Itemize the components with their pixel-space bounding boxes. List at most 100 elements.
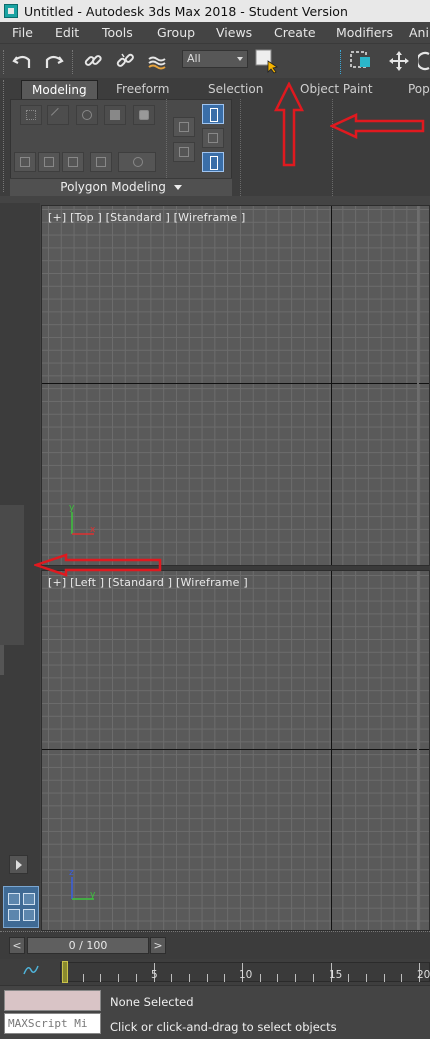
current-time-marker[interactable] bbox=[62, 961, 68, 983]
tab-freeform[interactable]: Freeform bbox=[116, 80, 169, 99]
scene-explorer-panel[interactable] bbox=[0, 505, 24, 645]
ruler-tick bbox=[206, 974, 208, 982]
toggle-icon bbox=[179, 147, 189, 157]
ruler-tick bbox=[259, 974, 261, 982]
grid-axis-vertical bbox=[331, 571, 332, 930]
layout-quad-icon bbox=[8, 909, 20, 921]
axis-tripod-icon: y x bbox=[69, 504, 96, 535]
ruler-tick bbox=[118, 974, 120, 982]
stack-icon bbox=[96, 157, 106, 167]
border-icon bbox=[82, 110, 92, 120]
ribbon-grip bbox=[3, 80, 7, 192]
menu-views[interactable]: Views bbox=[216, 25, 252, 40]
vertex-icon bbox=[26, 110, 36, 120]
annotation-arrow-up-icon bbox=[274, 82, 304, 167]
pin-stack-button[interactable] bbox=[202, 104, 224, 124]
time-slider-prev-button[interactable]: < bbox=[9, 937, 25, 954]
panel-title-dropdown[interactable]: Polygon Modeling bbox=[10, 178, 232, 196]
layout-quad-icon bbox=[23, 893, 35, 905]
redo-icon[interactable] bbox=[43, 50, 65, 72]
axis-x-label: x bbox=[90, 525, 96, 535]
arrow-right-icon bbox=[68, 157, 78, 167]
grid-axis-vertical bbox=[331, 206, 332, 565]
move-icon[interactable] bbox=[388, 50, 410, 72]
tab-modeling[interactable]: Modeling bbox=[21, 80, 98, 99]
edit-poly-mode-button[interactable] bbox=[202, 128, 224, 148]
menu-create[interactable]: Create bbox=[274, 25, 316, 40]
link-icon[interactable] bbox=[82, 50, 104, 72]
toolbar-separator bbox=[340, 50, 343, 74]
ruler-tick bbox=[312, 974, 314, 982]
viewport-left[interactable]: [+] [Left ] [Standard ] [Wireframe ] z y bbox=[41, 570, 430, 931]
vertex-mode-button[interactable] bbox=[20, 105, 42, 125]
show-end-result-button[interactable] bbox=[118, 152, 156, 172]
ruler-tick bbox=[401, 974, 403, 982]
show-cage-button[interactable] bbox=[202, 152, 224, 172]
grid-axis-horizontal bbox=[42, 749, 429, 750]
scene-explorer-edge bbox=[0, 645, 4, 675]
previous-modifier-button[interactable] bbox=[38, 152, 60, 172]
menu-tools[interactable]: Tools bbox=[102, 25, 133, 40]
modifier-toggle-button[interactable] bbox=[173, 142, 195, 162]
polygon-mode-button[interactable] bbox=[104, 105, 126, 125]
layout-quad-icon bbox=[23, 909, 35, 921]
selection-status: None Selected bbox=[110, 995, 194, 1009]
undo-icon[interactable] bbox=[11, 50, 33, 72]
menu-animation[interactable]: Anim bbox=[409, 25, 430, 40]
menu-bar: File Edit Tools Group Views Create Modif… bbox=[0, 22, 430, 44]
ruler-tick bbox=[100, 974, 102, 982]
tick-label: 5 bbox=[151, 969, 158, 981]
menu-edit[interactable]: Edit bbox=[55, 25, 79, 40]
edge-mode-button[interactable] bbox=[47, 105, 69, 125]
panel-title: Polygon Modeling bbox=[60, 180, 166, 194]
polygon-icon bbox=[110, 110, 120, 120]
grid-axis-horizontal bbox=[42, 383, 429, 384]
tick-label: 15 bbox=[329, 969, 343, 981]
modify-icon bbox=[20, 157, 30, 167]
time-slider-next-button[interactable]: > bbox=[150, 937, 166, 954]
tab-selection[interactable]: Selection bbox=[208, 80, 263, 99]
maxscript-output[interactable] bbox=[4, 990, 101, 1011]
bind-space-warp-icon[interactable] bbox=[146, 50, 168, 72]
ruler-tick bbox=[171, 974, 173, 982]
select-object-icon[interactable] bbox=[254, 48, 278, 74]
grid-major-line bbox=[417, 571, 419, 930]
toolbar-grip bbox=[3, 50, 6, 74]
ruler-tick bbox=[82, 974, 84, 982]
viewport-label[interactable]: [+] [Left ] [Standard ] [Wireframe ] bbox=[48, 576, 248, 589]
viewport-label[interactable]: [+] [Top ] [Standard ] [Wireframe ] bbox=[48, 211, 246, 224]
rotate-icon[interactable] bbox=[418, 50, 430, 72]
window-title: Untitled - Autodesk 3ds Max 2018 - Stude… bbox=[24, 3, 348, 19]
viewport-layout-button[interactable] bbox=[3, 886, 39, 928]
edge-icon bbox=[50, 107, 66, 123]
use-soft-selection-button[interactable] bbox=[173, 117, 195, 137]
ruler-tick bbox=[383, 974, 385, 982]
selection-filter-dropdown[interactable]: All bbox=[182, 50, 248, 68]
border-mode-button[interactable] bbox=[76, 105, 98, 125]
ruler-tick bbox=[135, 974, 137, 982]
annotation-arrow-left-icon bbox=[34, 553, 162, 577]
axis-y-label: y bbox=[69, 504, 75, 513]
selection-filter-value: All bbox=[187, 52, 201, 65]
prompt-line: Click or click-and-drag to select object… bbox=[110, 1020, 337, 1034]
tab-object-paint[interactable]: Object Paint bbox=[300, 80, 373, 99]
maxscript-input[interactable]: MAXScript Mi bbox=[4, 1013, 101, 1034]
collapse-stack-button[interactable] bbox=[90, 152, 112, 172]
unlink-icon[interactable] bbox=[114, 50, 136, 72]
menu-modifiers[interactable]: Modifiers bbox=[336, 25, 393, 40]
menu-group[interactable]: Group bbox=[157, 25, 195, 40]
axis-z-label: z bbox=[69, 869, 74, 878]
time-slider[interactable]: 0 / 100 bbox=[27, 937, 149, 954]
ruler-tick bbox=[277, 974, 279, 982]
layout-quad-icon bbox=[8, 893, 20, 905]
viewport-top[interactable]: [+] [Top ] [Standard ] [Wireframe ] y x bbox=[41, 205, 430, 566]
tab-populate[interactable]: Pop bbox=[408, 80, 430, 99]
element-mode-button[interactable] bbox=[133, 105, 155, 125]
menu-file[interactable]: File bbox=[12, 25, 33, 40]
chevron-down-icon bbox=[237, 57, 243, 61]
next-modifier-button[interactable] bbox=[62, 152, 84, 172]
modify-mode-button[interactable] bbox=[14, 152, 36, 172]
expand-button[interactable] bbox=[9, 855, 28, 874]
curve-editor-icon[interactable] bbox=[22, 962, 40, 978]
select-region-icon[interactable] bbox=[349, 49, 373, 73]
